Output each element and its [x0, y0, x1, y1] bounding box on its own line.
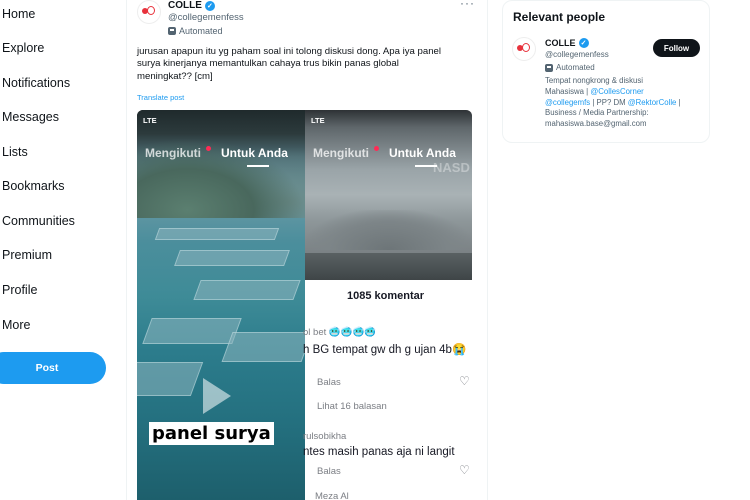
colle-logo-icon	[517, 42, 531, 56]
more-options-icon[interactable]: ···	[460, 0, 475, 10]
author-handle[interactable]: @collegemenfess	[168, 12, 244, 23]
notification-dot	[206, 146, 211, 151]
bio-text: mahasiswa.base@gmail.com	[545, 119, 647, 129]
post-button[interactable]: Post	[0, 352, 106, 384]
tab-indicator	[247, 165, 269, 167]
author-name[interactable]: COLLE	[168, 0, 202, 11]
relevant-people-card: Relevant people COLLE ✓ @collegemenfess …	[502, 0, 710, 143]
tab-following-right: Mengikuti	[313, 146, 369, 160]
hill-silhouette	[305, 210, 472, 250]
translate-post-link[interactable]: Translate post	[137, 93, 184, 102]
nav-home[interactable]: Home	[2, 7, 35, 21]
relevant-bio: Tempat nongkrong & diskusi Mahasiswa | @…	[545, 76, 705, 130]
bio-text: | PP? DM	[590, 97, 628, 107]
relevant-automated-label: Automated	[556, 63, 595, 72]
video-thumbnail	[305, 110, 472, 280]
tweet-text: jurusan apapun itu yg paham soal ini tol…	[137, 46, 482, 83]
author-name-row: COLLE ✓	[168, 0, 215, 11]
verified-badge-icon: ✓	[204, 0, 215, 11]
bio-text: Tempat nongkrong & diskusi	[545, 76, 643, 85]
solar-panel-row	[193, 280, 301, 300]
left-nav: Home Explore Notifications Messages List…	[0, 0, 122, 500]
view-replies: Lihat 16 balasan	[317, 401, 387, 412]
main-divider-right	[487, 0, 488, 500]
tab-for-you-left: Untuk Anda	[221, 146, 288, 160]
nav-lists[interactable]: Lists	[2, 145, 28, 159]
nav-bookmarks[interactable]: Bookmarks	[2, 179, 65, 193]
bio-text: Business / Media Partnership:	[545, 108, 649, 118]
verified-badge-icon: ✓	[578, 38, 589, 48]
nav-premium[interactable]: Premium	[2, 248, 52, 262]
follow-button[interactable]: Follow	[653, 39, 700, 57]
media-screenshot-right: LTE Mengikuti Untuk Anda NASD 1085 komen…	[303, 110, 472, 500]
bio-text: Mahasiswa |	[545, 86, 591, 96]
nav-notifications[interactable]: Notifications	[2, 76, 70, 90]
tweet-text-line: surya kinerjanya memantulkan cahaya trus…	[137, 58, 399, 70]
relevant-automated-row: Automated	[545, 63, 595, 72]
video-watermark: NASD	[433, 160, 470, 175]
reply-button: Balas	[317, 466, 341, 477]
comment-username: Meza Al	[315, 491, 349, 500]
comment-text: ntes masih panas aja ni langit	[303, 446, 455, 458]
heart-icon: ♡	[459, 374, 470, 388]
tweet-text-line: jurusan apapun itu yg paham soal ini tol…	[137, 46, 442, 57]
media-screenshot-left: LTE Mengikuti Untuk Anda panel surya	[137, 110, 313, 500]
reply-button: Balas	[317, 377, 341, 388]
bio-link[interactable]: @CollesCorner	[590, 87, 643, 96]
solar-panel-row	[174, 250, 290, 266]
play-icon[interactable]	[203, 378, 231, 414]
heart-icon: ♡	[459, 463, 470, 477]
solar-panel-row	[221, 332, 313, 362]
status-bar: LTE	[311, 116, 325, 125]
automated-label: Automated	[179, 26, 223, 36]
colle-logo-icon	[142, 5, 156, 19]
comment-username: ol bet 🥶🥶🥶🥶	[303, 327, 377, 338]
main-divider-left	[126, 0, 127, 500]
relevant-name[interactable]: COLLE	[545, 38, 576, 48]
nav-more[interactable]: More	[2, 318, 30, 332]
bio-link[interactable]: @RektorColle	[628, 98, 677, 107]
bio-link[interactable]: @collegemfs	[545, 98, 590, 107]
tweet-text-line: meningkat?? [cm]	[137, 70, 213, 82]
tweet-media[interactable]: LTE Mengikuti Untuk Anda panel surya LTE…	[137, 110, 472, 500]
solar-panel-row	[154, 228, 280, 240]
comment-text: h BG tempat gw dh g ujan 4b😭	[303, 344, 467, 356]
status-bar: LTE	[143, 116, 157, 125]
comment-username: rulsobikha	[303, 431, 347, 442]
robot-icon	[545, 63, 553, 72]
relevant-name-row: COLLE ✓	[545, 38, 589, 48]
video-caption: panel surya	[149, 422, 274, 445]
tab-following-left: Mengikuti	[145, 146, 201, 160]
automated-label-row: Automated	[168, 26, 223, 36]
nav-explore[interactable]: Explore	[2, 41, 44, 55]
water-surface	[305, 253, 472, 280]
tab-for-you-right: Untuk Anda	[389, 146, 456, 160]
relevant-avatar[interactable]	[512, 37, 536, 61]
relevant-people-title: Relevant people	[513, 10, 606, 24]
bio-text: |	[676, 97, 681, 107]
author-avatar[interactable]	[137, 0, 161, 24]
comments-count: 1085 komentar	[347, 290, 425, 302]
solar-panel-row	[142, 318, 242, 344]
nav-messages[interactable]: Messages	[2, 110, 59, 124]
nav-communities[interactable]: Communities	[2, 214, 75, 228]
robot-icon	[168, 27, 176, 35]
notification-dot	[374, 146, 379, 151]
solar-panel-row	[137, 362, 204, 396]
relevant-handle[interactable]: @collegemenfess	[545, 50, 609, 59]
nav-profile[interactable]: Profile	[2, 283, 37, 297]
